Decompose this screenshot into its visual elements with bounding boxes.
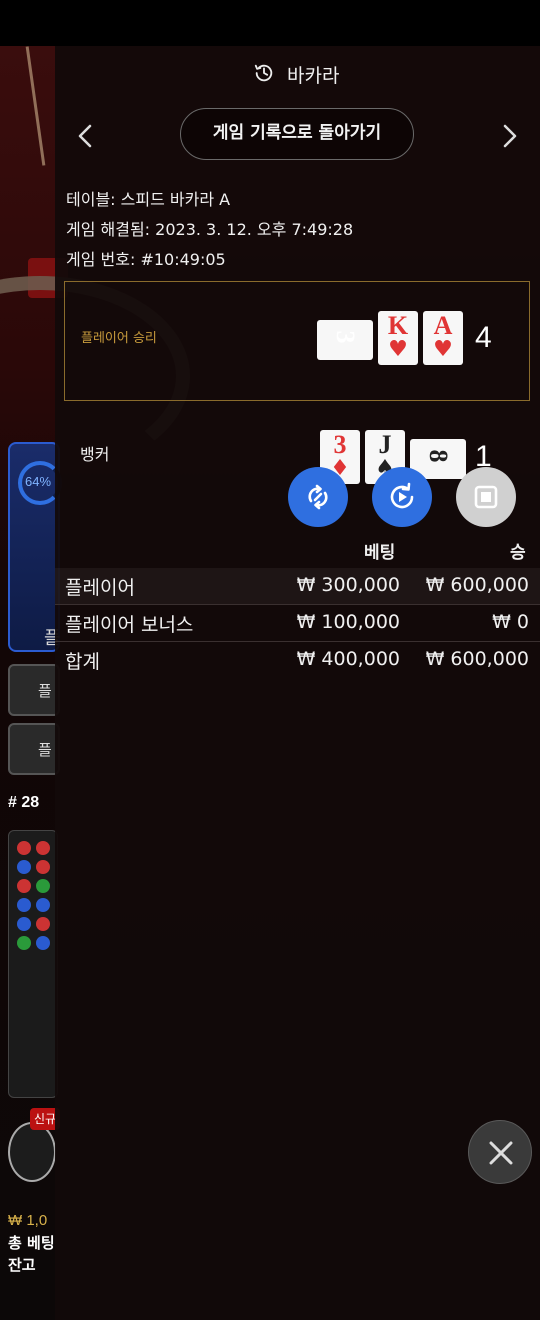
win-amount: ₩ 0 <box>492 611 529 633</box>
bet-amount: ₩ 100,000 <box>296 611 400 633</box>
player-score: 4 <box>475 321 492 354</box>
banker-label: 뱅커 <box>80 445 110 464</box>
card-rank: 3 <box>331 330 360 344</box>
bet-type: 플레이어 <box>65 577 135 599</box>
balance-amount: ₩ 1,0 <box>8 1212 48 1229</box>
road-dot <box>17 898 31 912</box>
road-dot <box>17 841 31 855</box>
background-pole <box>25 46 46 166</box>
balance-label: 잔고 <box>8 1256 36 1274</box>
percentage-label: 64% <box>25 474 52 489</box>
total-bet-label: 총 베팅 <box>8 1234 55 1252</box>
road-dot <box>17 879 31 893</box>
chevron-left-icon <box>70 124 100 158</box>
road-dot <box>17 860 31 874</box>
previous-game-button[interactable] <box>70 118 100 154</box>
win-amount: ₩ 600,000 <box>425 574 529 596</box>
total-row: 합계 ₩ 400,000 ₩ 600,000 <box>55 642 540 678</box>
road-dot <box>36 879 50 893</box>
chip-selector[interactable] <box>8 1122 56 1182</box>
bead-road <box>8 830 58 1098</box>
round-number: # 28 <box>8 794 40 811</box>
player-card-1: 3 <box>317 320 373 360</box>
close-button[interactable] <box>468 1120 532 1184</box>
total-bet-amount: ₩ 400,000 <box>296 648 400 670</box>
rotate-button[interactable] <box>288 467 348 527</box>
road-dot <box>36 936 50 950</box>
road-dot <box>36 860 50 874</box>
stop-button[interactable] <box>456 467 516 527</box>
total-win-amount: ₩ 600,000 <box>425 648 529 670</box>
player-card-2: K ♥ <box>378 311 418 365</box>
card-rank: 8 <box>424 449 453 463</box>
side-bet-button-2[interactable]: 플 <box>8 723 60 775</box>
road-dot <box>17 936 31 950</box>
table-row: 플레이어 보너스 ₩ 100,000 ₩ 0 <box>55 605 540 641</box>
road-dot <box>36 898 50 912</box>
next-game-button[interactable] <box>495 118 525 154</box>
back-to-history-button[interactable]: 게임 기록으로 돌아가기 <box>180 108 414 160</box>
bet-amount: ₩ 300,000 <box>296 574 400 596</box>
side-bet-label-2: 플 <box>38 741 52 759</box>
total-label: 합계 <box>65 651 100 673</box>
history-icon <box>253 62 275 84</box>
chevron-right-icon <box>495 124 525 158</box>
side-bet-button-1[interactable]: 플 <box>8 664 60 716</box>
table-name: 테이블: 스피드 바카라 A <box>66 190 231 209</box>
player-card-3: A ♥ <box>423 311 463 365</box>
road-dot <box>17 917 31 931</box>
player-win-label: 플레이어 승리 <box>81 331 157 346</box>
game-resolved-time: 게임 해결됨: 2023. 3. 12. 오후 7:49:28 <box>66 220 354 239</box>
road-dot <box>36 917 50 931</box>
table-row: 플레이어 ₩ 300,000 ₩ 600,000 <box>55 568 540 604</box>
bet-type: 플레이어 보너스 <box>65 614 194 636</box>
heart-icon: ♥ <box>433 337 453 362</box>
page-title: 바카라 <box>287 65 340 87</box>
status-bar <box>0 0 540 46</box>
road-dot <box>36 841 50 855</box>
game-history-panel: 바카라 게임 기록으로 돌아가기 테이블: 스피드 바카라 A 게임 해결됨: … <box>55 46 540 1320</box>
panel-header: 바카라 <box>55 46 540 102</box>
game-number: 게임 번호: #10:49:05 <box>66 250 226 269</box>
side-bet-label-1: 플 <box>38 682 52 700</box>
heart-icon: ♥ <box>388 337 408 362</box>
win-column-header: 승 <box>510 543 526 563</box>
bet-column-header: 베팅 <box>364 543 396 563</box>
replay-button[interactable] <box>372 467 432 527</box>
